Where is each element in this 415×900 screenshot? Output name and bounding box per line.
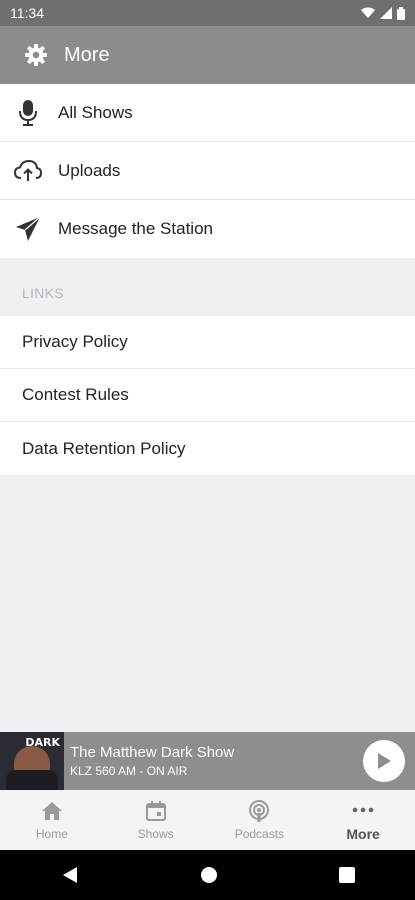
link-data-retention-policy[interactable]: Data Retention Policy: [0, 422, 415, 475]
wifi-icon: [361, 7, 375, 18]
tab-more[interactable]: More: [311, 790, 415, 850]
links-section-header: LINKS: [22, 285, 64, 301]
status-icons: [361, 6, 405, 20]
system-nav-bar: [0, 850, 415, 900]
link-privacy-policy[interactable]: Privacy Policy: [0, 316, 415, 369]
link-contest-rules[interactable]: Contest Rules: [0, 369, 415, 422]
menu-item-label: All Shows: [58, 102, 133, 122]
podcast-icon: [249, 800, 270, 822]
status-time: 11:34: [10, 5, 44, 21]
more-dots-icon: [352, 807, 374, 813]
tab-label: Podcasts: [234, 827, 285, 841]
now-playing-info: The Matthew Dark Show KLZ 560 AM - ON AI…: [70, 744, 363, 778]
menu-list: All Shows Uploads Message the Station: [0, 84, 415, 258]
app-bar: More: [0, 26, 415, 84]
page-title: More: [64, 43, 110, 66]
menu-item-uploads[interactable]: Uploads: [0, 142, 415, 200]
status-bar: 11:34: [0, 0, 415, 26]
home-icon: [41, 802, 62, 820]
calendar-icon: [145, 801, 166, 821]
recents-icon[interactable]: [338, 867, 355, 883]
menu-item-label: Message the Station: [58, 219, 213, 238]
show-title: The Matthew Dark Show: [70, 744, 235, 761]
back-icon[interactable]: [61, 866, 79, 884]
battery-icon: [397, 6, 405, 20]
tab-home[interactable]: Home: [0, 790, 104, 850]
cloud-upload-icon: [14, 157, 42, 185]
home-button-icon[interactable]: [200, 866, 218, 884]
tab-shows[interactable]: Shows: [104, 790, 208, 850]
links-list: Privacy Policy Contest Rules Data Retent…: [0, 316, 415, 475]
microphone-icon: [14, 99, 42, 127]
album-art-text: DARK: [25, 736, 60, 749]
mini-player[interactable]: DARK The Matthew Dark Show KLZ 560 AM - …: [0, 732, 415, 790]
tab-label: Home: [35, 827, 68, 841]
station-status: KLZ 560 AM - ON AIR: [70, 764, 188, 778]
menu-item-all-shows[interactable]: All Shows: [0, 84, 415, 142]
play-icon: [378, 753, 391, 769]
tab-label: More: [346, 826, 380, 842]
menu-item-message-station[interactable]: Message the Station: [0, 200, 415, 258]
gear-icon: [25, 44, 47, 66]
signal-icon: [380, 7, 392, 19]
play-button[interactable]: [363, 740, 405, 782]
bottom-tab-bar: Home Shows Podcasts More: [0, 790, 415, 850]
album-art-shirt: [6, 770, 58, 790]
album-art: DARK: [0, 732, 64, 790]
tab-label: Shows: [137, 827, 174, 841]
send-icon: [14, 215, 42, 243]
menu-item-label: Uploads: [58, 160, 121, 180]
tab-podcasts[interactable]: Podcasts: [208, 790, 312, 850]
